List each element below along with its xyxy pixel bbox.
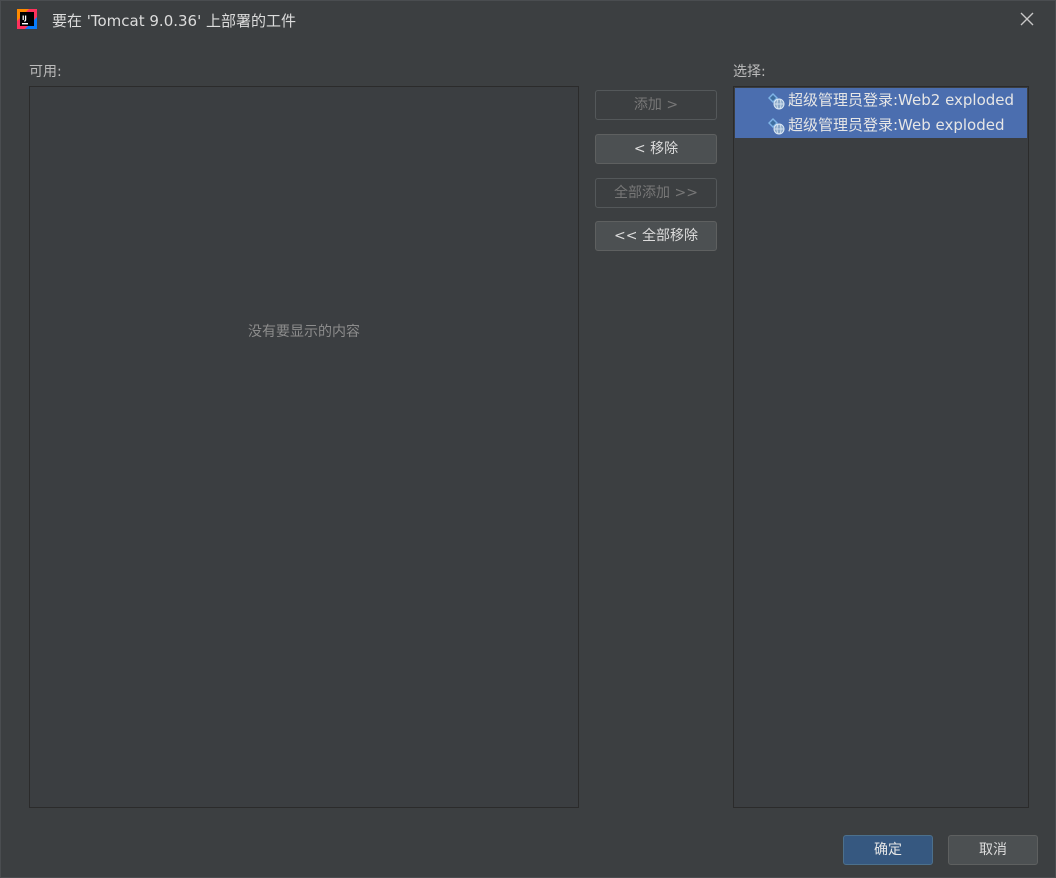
list-item-label: 超级管理员登录:Web2 exploded bbox=[788, 91, 1015, 109]
close-icon[interactable] bbox=[1017, 9, 1037, 29]
list-item[interactable]: 超级管理员登录:Web exploded bbox=[735, 113, 1027, 138]
title-bar: IJ 要在 'Tomcat 9.0.36' 上部署的工件 bbox=[1, 1, 1055, 37]
empty-list-text: 没有要显示的内容 bbox=[248, 324, 360, 340]
web-artifact-icon bbox=[767, 92, 785, 110]
dialog-title: 要在 'Tomcat 9.0.36' 上部署的工件 bbox=[52, 12, 296, 30]
web-artifact-icon bbox=[767, 117, 785, 135]
deploy-artifacts-dialog: IJ 要在 'Tomcat 9.0.36' 上部署的工件 可用: 没有要显示的内… bbox=[0, 0, 1056, 878]
available-list[interactable]: 没有要显示的内容 bbox=[29, 86, 579, 808]
remove-all-button[interactable]: << 全部移除 bbox=[595, 221, 717, 251]
selected-list[interactable]: 超级管理员登录:Web2 exploded 超级管理员登录:Web explod… bbox=[733, 86, 1029, 808]
selected-label: 选择: bbox=[733, 64, 766, 80]
available-label: 可用: bbox=[29, 64, 62, 80]
intellij-idea-icon: IJ bbox=[17, 9, 37, 29]
svg-text:IJ: IJ bbox=[22, 14, 27, 22]
list-item-label: 超级管理员登录:Web exploded bbox=[788, 116, 1005, 134]
remove-button[interactable]: < 移除 bbox=[595, 134, 717, 164]
ok-button[interactable]: 确定 bbox=[843, 835, 933, 865]
list-item[interactable]: 超级管理员登录:Web2 exploded bbox=[735, 88, 1027, 113]
cancel-button[interactable]: 取消 bbox=[948, 835, 1038, 865]
add-all-button[interactable]: 全部添加 >> bbox=[595, 178, 717, 208]
add-button[interactable]: 添加 > bbox=[595, 90, 717, 120]
